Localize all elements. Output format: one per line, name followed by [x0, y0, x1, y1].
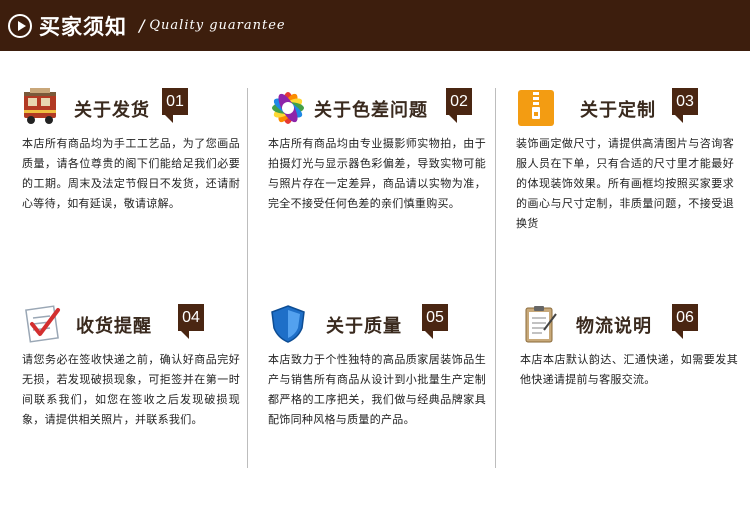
play-circle-icon: [8, 13, 32, 38]
shield-icon: [271, 305, 305, 343]
color-wheel-icon: [272, 92, 304, 124]
delivery-truck-icon: [24, 88, 56, 124]
section-number-badge: 05: [422, 304, 448, 339]
clipboard-icon: [525, 306, 557, 343]
column-divider-2: [495, 88, 496, 468]
section-text: 本店所有商品均为手工工艺品，为了您画品质量，请各位尊贵的阁下们能给足我们必要的工…: [22, 137, 240, 210]
section-text: 本店本店默认韵达、汇通快递，如需要发其他快递请提前与客服交流。: [520, 353, 738, 386]
section-customization: 关于定制 03 装饰画定做尺寸，请提供高清图片与咨询客服人员在下单，只有合适的尺…: [516, 88, 734, 234]
page-title: 买家须知: [39, 14, 127, 39]
section-logistics: 物流说明 06 本店本店默认韵达、汇通快递，如需要发其他快递请提前与客服交流。: [520, 304, 738, 390]
section-number-badge: 04: [178, 304, 204, 339]
checklist-icon: [25, 305, 60, 343]
section-number-badge: 03: [672, 88, 698, 123]
section-text: 请您务必在签收快递之前，确认好商品完好无损，若发现破损现象，可拒签并在第一时间联…: [22, 353, 240, 426]
section-title: 关于色差问题: [314, 100, 428, 121]
section-title: 收货提醒: [76, 316, 152, 337]
section-title: 关于发货: [74, 100, 150, 121]
zip-file-icon: [518, 90, 554, 126]
section-number-badge: 01: [162, 88, 188, 123]
section-number-badge: 06: [672, 304, 698, 339]
section-title: 关于定制: [580, 100, 656, 121]
section-receiving-reminder: 收货提醒 04 请您务必在签收快递之前，确认好商品完好无损，若发现破损现象，可拒…: [22, 304, 240, 430]
column-divider-1: [247, 88, 248, 468]
page-header: 买家须知 / Quality guarantee: [0, 0, 750, 51]
section-text: 本店致力于个性独特的高品质家居装饰品生产与销售所有商品从设计到小批量生产定制都严…: [268, 353, 486, 426]
section-title: 物流说明: [576, 316, 652, 337]
section-text: 装饰画定做尺寸，请提供高清图片与咨询客服人员在下单，只有合适的尺寸里才能最好的体…: [516, 137, 734, 230]
section-color-difference: 关于色差问题 02 本店所有商品均由专业摄影师实物拍，由于拍摄灯光与显示器色彩偏…: [268, 88, 486, 214]
page-subtitle: Quality guarantee: [149, 18, 286, 33]
section-quality: 关于质量 05 本店致力于个性独特的高品质家居装饰品生产与销售所有商品从设计到小…: [268, 304, 486, 430]
title-separator: /: [139, 16, 145, 35]
section-title: 关于质量: [326, 316, 402, 337]
section-number-badge: 02: [446, 88, 472, 123]
section-delivery: 关于发货 01 本店所有商品均为手工工艺品，为了您画品质量，请各位尊贵的阁下们能…: [22, 88, 240, 214]
section-text: 本店所有商品均由专业摄影师实物拍，由于拍摄灯光与显示器色彩偏差，导致实物可能与照…: [268, 137, 486, 210]
